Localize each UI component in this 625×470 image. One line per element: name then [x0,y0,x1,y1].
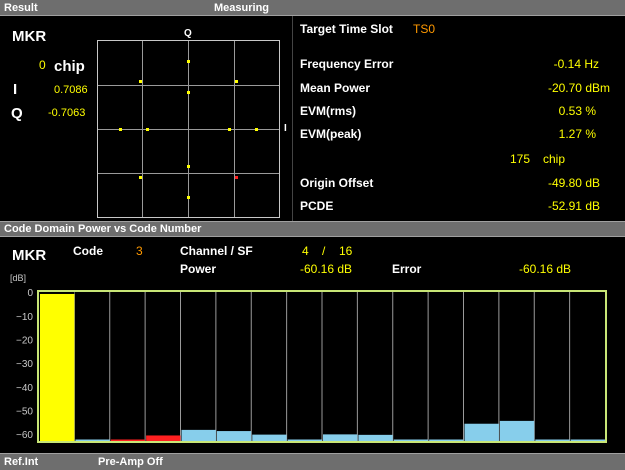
code-bar-9[interactable] [358,434,393,441]
y-tick-label: 0 [27,288,33,299]
pcde-value: -52.91 dB [547,199,600,213]
cd-error-value: -60.16 dB [519,262,572,276]
preamp-label: Pre-Amp Off [98,456,163,468]
measuring-status: Measuring [214,2,270,14]
marker-i-label: I [13,81,18,98]
constellation-point [138,176,142,180]
mean-power-value: -20.70 dBm [547,81,610,95]
code-bar-1[interactable] [75,439,110,442]
constellation-point [187,196,190,199]
freq-error-value: -0.14 Hz [553,57,599,71]
code-bar-11[interactable] [429,439,464,442]
code-domain-section-title: Code Domain Power vs Code Number [4,223,202,235]
freq-error-label: Frequency Error [300,57,394,71]
code-bar-3[interactable] [146,435,181,441]
code-bar-0[interactable] [40,293,75,441]
grid-line [98,85,279,86]
code-bar-10[interactable] [393,439,429,442]
code-bar-6[interactable] [252,434,287,441]
y-tick-label: −20 [16,335,33,346]
code-domain-section-bar: Code Domain Power vs Code Number [0,221,625,237]
target-slot-label: Target Time Slot [300,22,393,36]
marker-chip-value: 0 [39,58,46,72]
code-bar-2[interactable] [110,439,146,442]
evm-rms-value: 0.53 % [558,104,596,118]
constellation-point [187,90,190,94]
code-bar-8[interactable] [323,434,358,441]
q-axis-label: Q [184,28,192,39]
cd-code-value: 3 [136,244,143,258]
result-label: Result [4,2,38,14]
code-bar-15[interactable] [570,439,605,442]
constellation-point [235,176,239,180]
cd-error-label: Error [392,262,422,276]
code-bar-5[interactable] [216,431,252,441]
constellation-point [119,128,122,131]
cd-code-label: Code [73,244,103,258]
cd-channel-sf-label: Channel / SF [180,244,253,258]
code-bar-7[interactable] [287,439,322,442]
evm-peak-label: EVM(peak) [300,127,362,141]
constellation-diagram [97,40,280,218]
marker-q-label: Q [11,105,23,122]
code-bar-12[interactable] [464,423,499,441]
y-tick-label: −10 [16,312,33,323]
cd-power-value: -60.16 dB [300,262,353,276]
mean-power-label: Mean Power [300,81,371,95]
target-slot-value: TS0 [413,22,436,36]
constellation-point [235,79,239,83]
constellation-point [187,165,190,169]
cd-power-label: Power [180,262,217,276]
evm-peak-chip-unit: chip [543,152,566,166]
bar-top-marker [40,292,75,294]
cd-channel-value: 4 [302,244,309,258]
constellation-point [146,128,150,131]
cd-sf-value: 16 [339,244,353,258]
grid-line [98,173,279,174]
result-header-bar: Result Measuring [0,0,625,16]
constellation-point [138,79,142,83]
ref-int-label: Ref.Int [4,456,39,468]
constellation-point [227,128,231,131]
grid-line [98,129,279,130]
panel-divider [292,16,293,221]
code-bar-14[interactable] [535,439,570,442]
cd-sf-separator: / [322,244,326,258]
code-bar-13[interactable] [499,420,535,441]
constellation-point [255,128,258,131]
evm-peak-chip-value: 175 [510,152,531,166]
code-bar-4[interactable] [181,429,216,441]
status-footer-bar: Ref.Int Pre-Amp Off [0,453,625,470]
pcde-label: PCDE [300,199,334,213]
evm-peak-value: 1.27 % [558,127,596,141]
i-axis-label: I [284,123,287,134]
marker-chip-unit: chip [54,58,85,75]
evm-rms-label: EVM(rms) [300,104,357,118]
code-domain-chart: 0 −10 −20 −30 −40 −50 −60 [16,288,607,443]
origin-offset-value: -49.80 dB [547,176,600,190]
y-tick-label: −40 [16,383,33,394]
y-tick-label: −30 [16,359,33,370]
origin-offset-label: Origin Offset [300,176,374,190]
y-tick-label: −50 [16,406,33,417]
marker-title: MKR [12,28,47,45]
marker-i-value: 0.7086 [54,84,88,96]
constellation-point [187,60,190,63]
cd-marker-title: MKR [12,247,47,264]
cd-ylabel: [dB] [10,273,27,283]
marker-q-value: -0.7063 [48,107,86,119]
y-tick-label: −60 [16,430,33,441]
